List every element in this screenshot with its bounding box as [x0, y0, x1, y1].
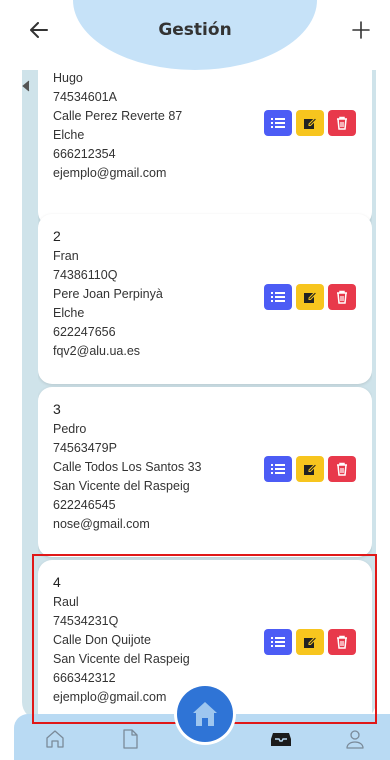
- document-icon: [123, 729, 138, 749]
- details-button[interactable]: [264, 456, 292, 482]
- list-icon: [271, 292, 285, 302]
- card-name: Pedro: [53, 422, 87, 436]
- details-button[interactable]: [264, 629, 292, 655]
- page-title: Gestión: [158, 20, 232, 40]
- card-city: Elche: [53, 128, 85, 142]
- scroll-indicator-icon: [22, 80, 30, 92]
- card-city: San Vicente del Raspeig: [53, 479, 190, 493]
- edit-icon: [304, 291, 317, 303]
- inbox-icon: [271, 733, 291, 746]
- delete-button[interactable]: [328, 629, 356, 655]
- card-id: 4: [53, 574, 61, 590]
- list-icon: [271, 637, 285, 647]
- details-button[interactable]: [264, 110, 292, 136]
- card-email: ejemplo@gmail.com: [53, 690, 167, 704]
- nav-home[interactable]: [42, 726, 68, 752]
- card-email: fqv2@alu.ua.es: [53, 344, 141, 358]
- plus-icon: [352, 21, 370, 39]
- edit-icon: [304, 463, 317, 475]
- card-actions: [264, 629, 356, 655]
- card-list[interactable]: Hugo 74534601A Calle Perez Reverte 87 El…: [38, 0, 372, 715]
- edit-icon: [304, 636, 317, 648]
- trash-icon: [337, 635, 347, 649]
- card-actions: [264, 456, 356, 482]
- client-card: Hugo 74534601A Calle Perez Reverte 87 El…: [38, 56, 372, 226]
- card-name: Fran: [53, 249, 79, 263]
- card-address: Calle Todos Los Santos 33: [53, 460, 202, 474]
- details-button[interactable]: [264, 284, 292, 310]
- card-dni: 74534231Q: [53, 614, 119, 628]
- card-name: Hugo: [53, 71, 83, 85]
- client-card: 2 Fran 74386110Q Pere Joan Perpinyà Elch…: [38, 214, 372, 384]
- trash-icon: [337, 462, 347, 476]
- edit-icon: [304, 117, 317, 129]
- client-card: 3 Pedro 74563479P Calle Todos Los Santos…: [38, 387, 372, 557]
- edit-button[interactable]: [296, 629, 324, 655]
- screen: Gestión Hugo 74534601A Calle Perez Rever…: [0, 0, 390, 760]
- card-city: Elche: [53, 306, 85, 320]
- card-email: nose@gmail.com: [53, 517, 150, 531]
- card-phone: 622247656: [53, 325, 116, 339]
- home-fab-button[interactable]: [177, 686, 233, 742]
- card-phone: 666212354: [53, 147, 116, 161]
- home-outline-icon: [46, 730, 64, 748]
- card-phone: 666342312: [53, 671, 116, 685]
- card-address: Pere Joan Perpinyà: [53, 287, 163, 301]
- delete-button[interactable]: [328, 284, 356, 310]
- trash-icon: [337, 290, 347, 304]
- card-dni: 74534601A: [53, 90, 117, 104]
- person-icon: [346, 730, 364, 749]
- edit-button[interactable]: [296, 110, 324, 136]
- card-actions: [264, 110, 356, 136]
- edit-button[interactable]: [296, 456, 324, 482]
- card-name: Raul: [53, 595, 79, 609]
- trash-icon: [337, 116, 347, 130]
- home-filled-icon: [193, 702, 217, 726]
- card-id: 2: [53, 228, 61, 244]
- card-dni: 74563479P: [53, 441, 117, 455]
- delete-button[interactable]: [328, 456, 356, 482]
- card-phone: 622246545: [53, 498, 116, 512]
- nav-inbox[interactable]: [268, 726, 294, 752]
- list-icon: [271, 464, 285, 474]
- card-actions: [264, 284, 356, 310]
- list-icon: [271, 118, 285, 128]
- card-email: ejemplo@gmail.com: [53, 166, 167, 180]
- card-address: Calle Don Quijote: [53, 633, 151, 647]
- card-id: 3: [53, 401, 61, 417]
- card-address: Calle Perez Reverte 87: [53, 109, 183, 123]
- delete-button[interactable]: [328, 110, 356, 136]
- nav-documents[interactable]: [117, 726, 143, 752]
- edit-button[interactable]: [296, 284, 324, 310]
- card-city: San Vicente del Raspeig: [53, 652, 190, 666]
- add-button[interactable]: [346, 15, 376, 45]
- nav-profile[interactable]: [342, 726, 368, 752]
- card-dni: 74386110Q: [53, 268, 118, 282]
